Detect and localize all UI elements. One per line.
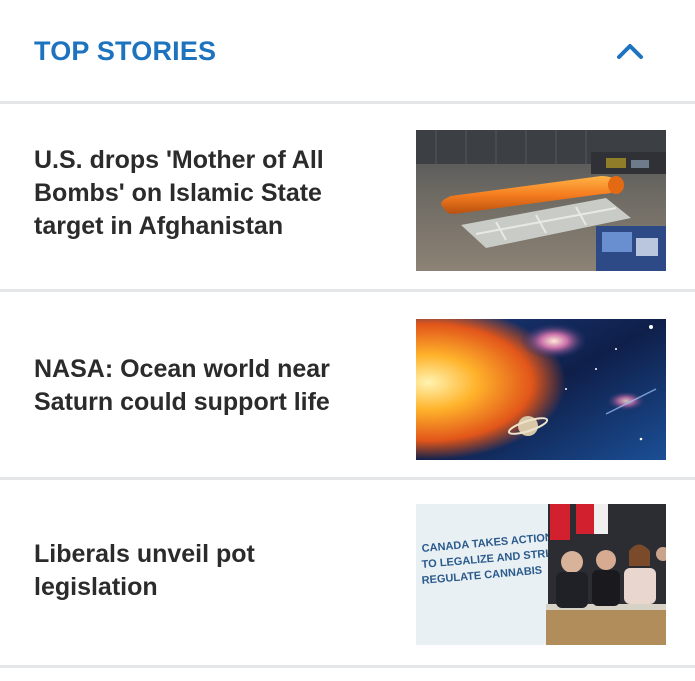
story-headline[interactable]: U.S. drops 'Mother of All Bombs' on Isla… [34,144,374,243]
story-thumbnail[interactable] [416,130,666,271]
story-thumbnail[interactable] [416,319,666,460]
chevron-up-icon [617,44,643,59]
story-item[interactable]: U.S. drops 'Mother of All Bombs' on Isla… [0,104,695,292]
story-headline[interactable]: Liberals unveil pot legislation [34,538,374,604]
story-headline[interactable]: NASA: Ocean world near Saturn could supp… [34,353,374,419]
story-item[interactable]: Liberals unveil pot legislation CANADA T… [0,480,695,668]
collapse-button[interactable] [612,36,648,66]
section-title: TOP STORIES [34,36,217,66]
story-thumbnail[interactable]: CANADA TAKES ACTION TO LEGALIZE AND STRI… [416,504,666,645]
top-stories-header: TOP STORIES [0,0,695,104]
story-item[interactable]: NASA: Ocean world near Saturn could supp… [0,292,695,480]
